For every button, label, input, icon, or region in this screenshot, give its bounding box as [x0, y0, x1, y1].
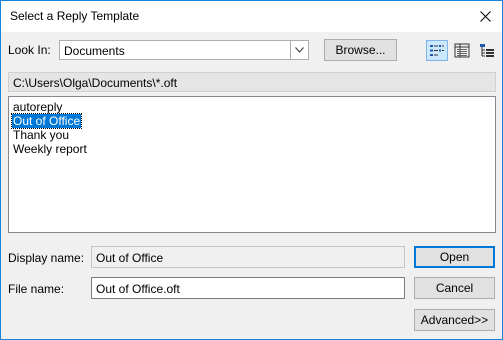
details-view-button[interactable]: [451, 40, 473, 61]
list-item[interactable]: autoreply: [12, 100, 63, 114]
template-file-list[interactable]: autoreply Out of Office Thank you Weekly…: [8, 96, 496, 233]
file-name-value: Out of Office.oft: [96, 282, 180, 296]
display-name-value: Out of Office: [96, 251, 164, 265]
title-bar: Select a Reply Template: [1, 1, 502, 32]
list-item[interactable]: Thank you: [12, 128, 70, 142]
close-button[interactable]: [468, 1, 502, 32]
dropdown-arrow[interactable]: [290, 41, 308, 59]
list-item[interactable]: Weekly report: [12, 142, 88, 156]
display-name-field: Out of Office: [91, 246, 405, 268]
list-item-selected[interactable]: Out of Office: [10, 113, 83, 129]
file-name-input[interactable]: Out of Office.oft: [91, 277, 405, 299]
close-icon: [479, 11, 491, 22]
select-reply-template-dialog: Select a Reply Template Look In: Documen…: [0, 0, 503, 340]
browse-button[interactable]: Browse...: [324, 39, 397, 61]
cancel-button[interactable]: Cancel: [414, 277, 495, 299]
list-view-button[interactable]: [426, 40, 448, 61]
look-in-value: Documents: [64, 44, 125, 58]
look-in-label: Look In:: [8, 43, 51, 57]
advanced-button[interactable]: Advanced>>: [414, 309, 495, 331]
path-text: C:\Users\Olga\Documents\*.oft: [13, 76, 178, 90]
chevron-down-icon: [295, 47, 304, 53]
details-view-icon: [454, 43, 470, 58]
list-view-icon: [430, 45, 444, 56]
open-button[interactable]: Open: [414, 246, 495, 268]
window-title: Select a Reply Template: [10, 9, 140, 23]
path-display: C:\Users\Olga\Documents\*.oft: [8, 72, 496, 92]
display-name-label: Display name:: [8, 251, 85, 265]
properties-view-button[interactable]: [476, 40, 498, 61]
look-in-dropdown[interactable]: Documents: [59, 40, 309, 60]
file-name-label: File name:: [8, 282, 65, 296]
properties-view-icon: [480, 44, 494, 57]
